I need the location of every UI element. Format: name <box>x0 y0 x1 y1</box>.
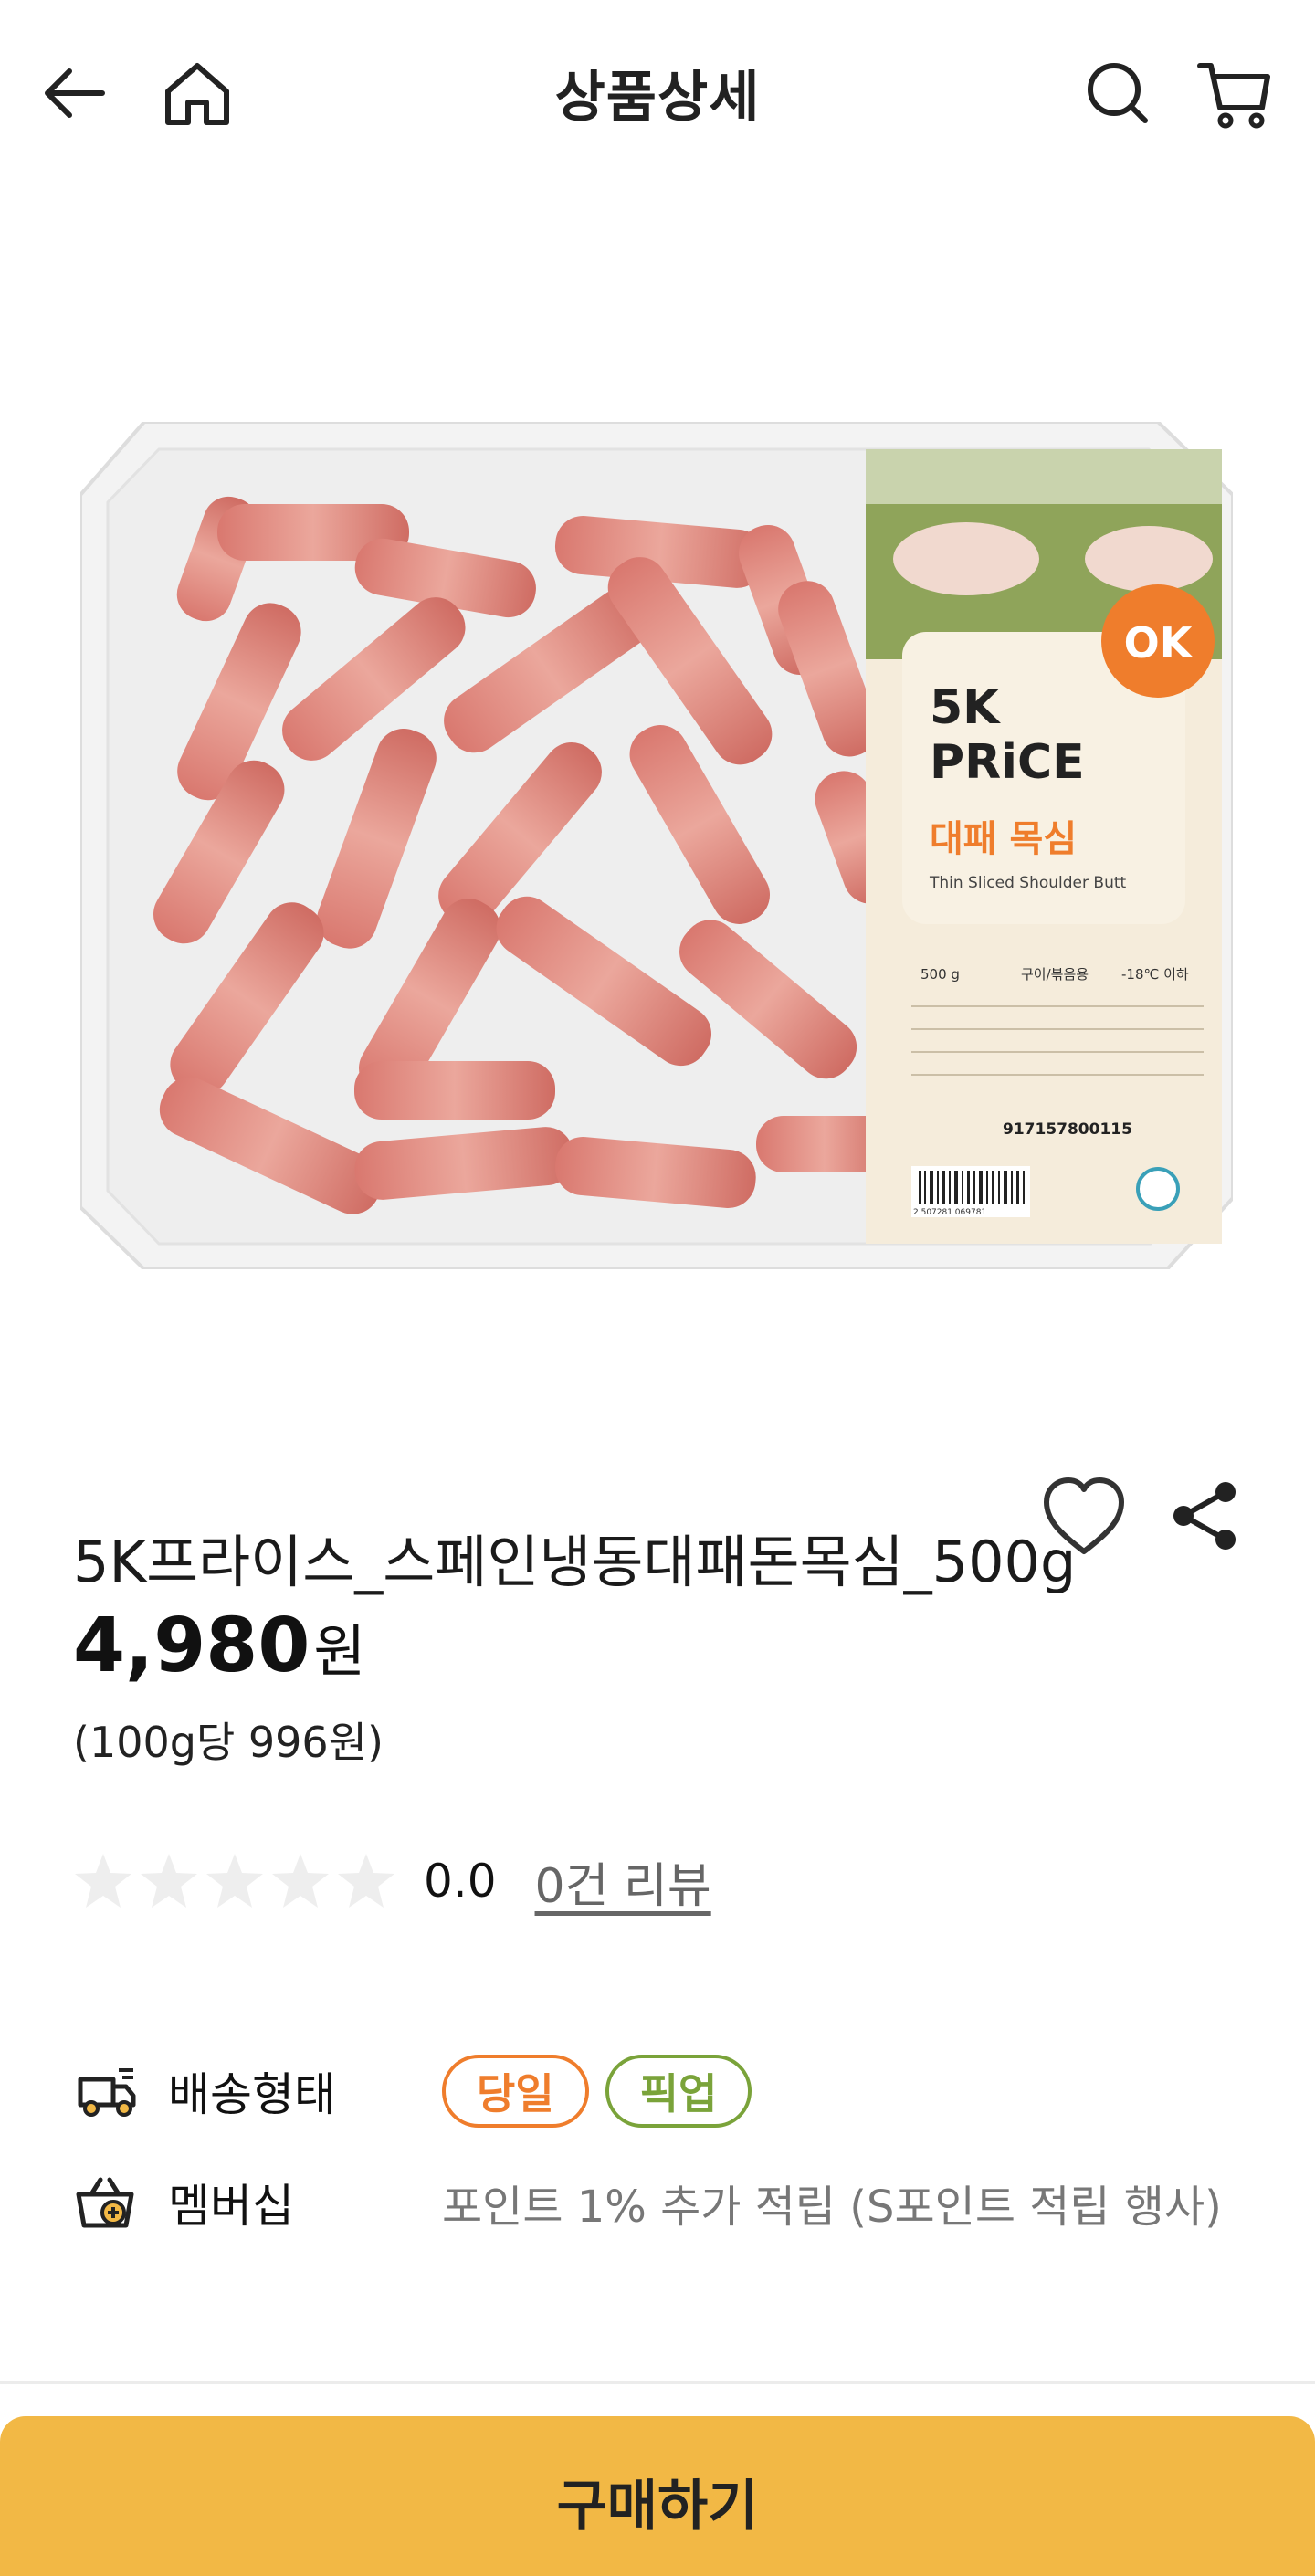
svg-text:-18℃ 이하: -18℃ 이하 <box>1121 966 1189 983</box>
svg-text:917157800115: 917157800115 <box>1003 1120 1132 1139</box>
rating-summary: 0.0 0건 리뷰 <box>73 1845 711 1918</box>
star-icon <box>75 1854 132 1908</box>
product-image[interactable]: OK 5K PRiCE 대패 목심 Thin Sliced Shoulder B… <box>80 422 1233 1269</box>
heart-icon[interactable] <box>1041 1475 1128 1561</box>
search-icon[interactable] <box>1079 55 1156 131</box>
svg-text:OK: OK <box>1124 618 1194 668</box>
review-count-link[interactable]: 0건 리뷰 <box>535 1847 711 1916</box>
product-label: OK 5K PRiCE 대패 목심 Thin Sliced Shoulder B… <box>866 449 1222 1244</box>
price-currency: 원 <box>313 1618 366 1685</box>
svg-text:PRiCE: PRiCE <box>930 735 1085 790</box>
unit-price: (100g당 996원) <box>73 1718 384 1767</box>
svg-text:2 507281 069781: 2 507281 069781 <box>913 1208 986 1217</box>
delivery-truck-icon <box>78 2068 136 2117</box>
delivery-row: 배송형태 당일 픽업 <box>73 2055 768 2128</box>
delivery-label: 배송형태 <box>168 2068 336 2121</box>
cart-icon[interactable] <box>1196 55 1273 131</box>
star-icon <box>206 1854 263 1908</box>
membership-label: 멤버십 <box>168 2180 294 2233</box>
star-icon <box>141 1854 197 1908</box>
share-icon[interactable] <box>1169 1479 1242 1552</box>
membership-benefit: 포인트 1% 추가 적립 (S포인트 적립 행사) <box>442 2182 1222 2233</box>
svg-text:구이/볶음용: 구이/볶음용 <box>1021 966 1089 983</box>
price-value: 4,980 <box>73 1603 310 1689</box>
membership-row: 멤버십 포인트 1% 추가 적립 (S포인트 적립 행사) <box>73 2166 1222 2239</box>
product-title: 5K프라이스_스페인냉동대패돈목심_500g <box>73 1529 1077 1595</box>
badge-pickup: 픽업 <box>605 2055 752 2128</box>
rating-score: 0.0 <box>424 1855 497 1908</box>
badge-same-day: 당일 <box>442 2055 589 2128</box>
divider <box>0 2381 1315 2384</box>
svg-text:5K: 5K <box>930 680 1001 735</box>
basket-plus-icon <box>76 2177 134 2228</box>
top-app-bar: 상품상세 <box>0 0 1315 185</box>
star-icon <box>338 1854 394 1908</box>
price: 4,980원 <box>73 1603 365 1689</box>
buy-button[interactable]: 구매하기 <box>0 2416 1315 2576</box>
svg-text:대패 목심: 대패 목심 <box>930 818 1077 860</box>
svg-text:Thin Sliced Shoulder Butt: Thin Sliced Shoulder Butt <box>929 874 1127 892</box>
svg-text:500 g: 500 g <box>920 966 960 983</box>
star-icon <box>272 1854 329 1908</box>
